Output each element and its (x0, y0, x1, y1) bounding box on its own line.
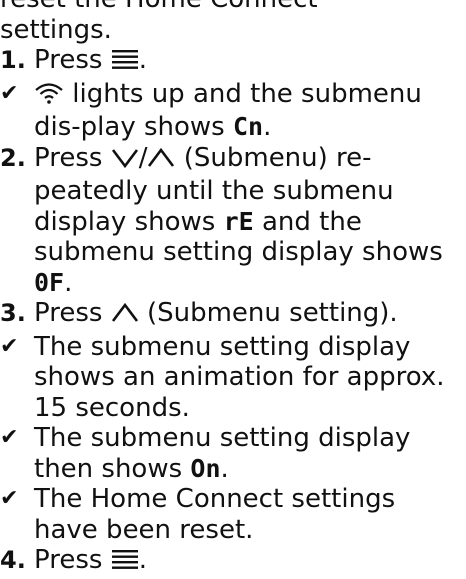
menu-lines-icon (111, 48, 139, 79)
checkmark-icon: ✔ (0, 486, 19, 511)
step-separator: / (138, 142, 148, 173)
step-text-end: . (138, 45, 147, 75)
step-1: 1. Press . (0, 45, 466, 79)
step-3: 3. Press (Submenu setting). (0, 298, 466, 332)
step-2: 2. Press / (Submenu) re-peatedly until t… (0, 143, 466, 299)
step-text: Press (34, 45, 111, 75)
display-code-cn: Cn (232, 112, 264, 141)
step-4: 4. Press . (0, 545, 466, 579)
step-text-end: . (138, 545, 147, 575)
result-3: ✔ The submenu setting display then shows… (0, 423, 466, 484)
instruction-page: reset the Home Connect settings. 1. Pres… (0, 0, 466, 579)
step-text: Press (34, 298, 111, 328)
intro-text: reset the Home Connect settings. (0, 0, 318, 45)
result-text: The Home Connect settings have been rese… (34, 484, 396, 545)
display-code-on: On (190, 453, 221, 483)
step-text: Press (34, 142, 111, 173)
step-text-end: (Submenu setting). (138, 298, 398, 328)
chevron-up-icon (111, 301, 139, 332)
result-1: ✔ lights up and the submenu dis-play sho… (0, 79, 466, 143)
intro-line: reset the Home Connect settings. (0, 0, 432, 45)
checkmark-icon: ✔ (0, 80, 19, 106)
result-4: ✔ The Home Connect settings have been re… (0, 484, 466, 545)
step-number: 4. (0, 546, 26, 574)
chevron-down-icon (111, 146, 139, 177)
result-text: The submenu setting display shows an ani… (34, 331, 445, 423)
step-text-end: . (64, 267, 73, 298)
result-2: ✔ The submenu setting display shows an a… (0, 332, 466, 424)
step-number: 1. (0, 46, 26, 74)
menu-lines-icon (111, 548, 139, 579)
result-text: lights up and the submenu dis-play shows (34, 78, 422, 143)
step-number: 2. (0, 143, 26, 172)
display-code-re: rE (223, 206, 254, 236)
checkmark-icon: ✔ (0, 333, 19, 359)
checkmark-icon: ✔ (0, 425, 19, 450)
chevron-up-icon (147, 146, 175, 177)
result-text-end: . (220, 453, 229, 484)
wifi-icon (34, 81, 64, 113)
step-text: Press (34, 545, 111, 575)
display-code-of: 0F (34, 267, 65, 297)
result-text-end: . (263, 112, 272, 142)
step-number: 3. (0, 299, 26, 327)
